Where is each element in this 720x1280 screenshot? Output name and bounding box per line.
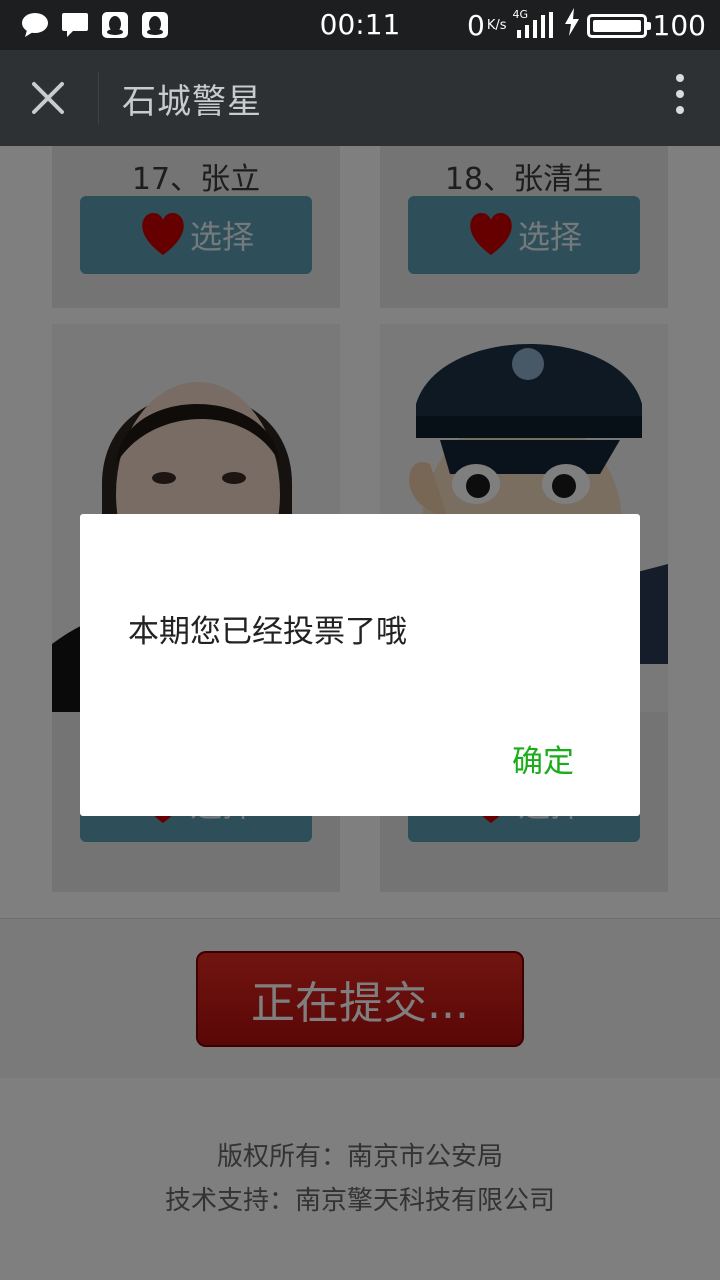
title-bar: 石城警星 (0, 50, 720, 146)
network-type: 4G (512, 7, 529, 21)
status-indicators: 0 K/s 4G 100 (467, 8, 706, 43)
title-divider (98, 72, 99, 124)
charging-icon (563, 8, 581, 43)
network-speed-value: 0 (467, 9, 485, 42)
network-speed: 0 K/s (467, 9, 507, 42)
page-title: 石城警星 (122, 82, 262, 122)
confirm-button[interactable]: 确定 (512, 736, 574, 781)
signal-icon: 4G (513, 8, 557, 40)
dialog-message: 本期您已经投票了哦 (128, 614, 407, 650)
status-bar: 00:11 0 K/s 4G 100 (0, 0, 720, 50)
battery-percent: 100 (652, 9, 706, 42)
close-icon[interactable] (22, 72, 74, 124)
network-speed-unit: K/s (486, 18, 507, 33)
alert-dialog: 本期您已经投票了哦 确定 (80, 514, 640, 816)
more-vertical-icon[interactable] (670, 74, 690, 122)
battery-icon (586, 13, 651, 38)
battery-fill (592, 19, 641, 32)
